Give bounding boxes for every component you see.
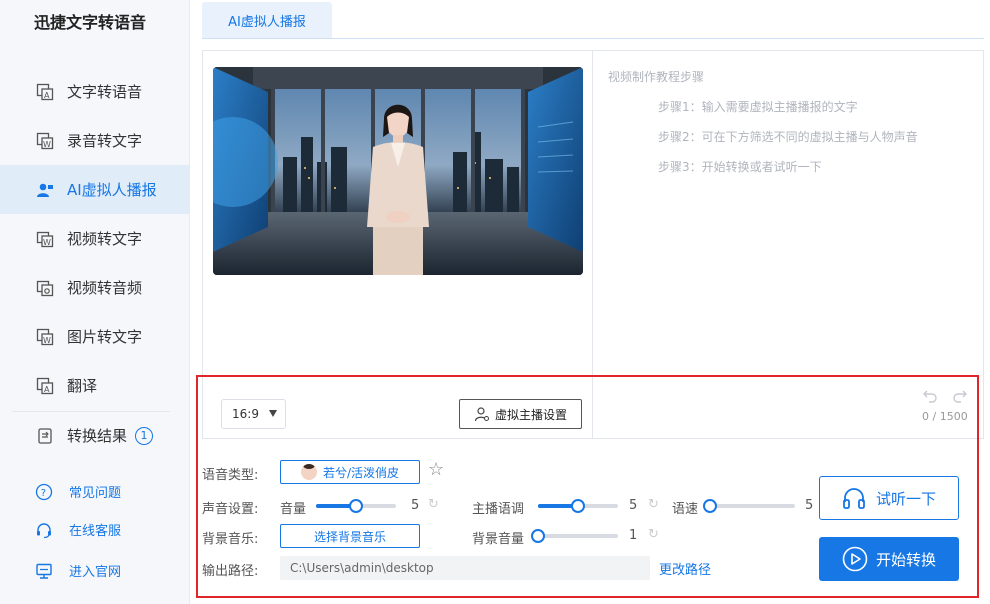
- headphones-icon: [843, 488, 865, 509]
- sidebar-item-label: 视频转文字: [67, 230, 143, 248]
- monitor-icon: [35, 562, 53, 580]
- start-button-label: 开始转换: [875, 550, 936, 569]
- aspect-ratio-select[interactable]: 16:9: [221, 399, 286, 429]
- start-convert-button[interactable]: 开始转换: [819, 537, 959, 581]
- sidebar-item-conversion-results[interactable]: 转换结果 1: [0, 411, 190, 460]
- speed-slider-handle[interactable]: [703, 499, 717, 513]
- anchor-settings-button[interactable]: 虚拟主播设置: [459, 399, 582, 429]
- video-to-text-icon: W: [35, 229, 55, 249]
- speed-value: 5: [805, 498, 814, 513]
- virtual-anchor-icon: [35, 180, 55, 200]
- anchor-settings-label: 虚拟主播设置: [494, 407, 567, 422]
- result-count-badge: 1: [135, 426, 154, 445]
- online-service-label: 在线客服: [69, 524, 122, 539]
- output-path-field[interactable]: C:\Users\admin\desktop: [280, 556, 650, 580]
- tab-ai-virtual-anchor[interactable]: AI虚拟人播报: [202, 2, 332, 38]
- voice-avatar: [300, 464, 317, 480]
- pitch-label: 主播语调: [472, 502, 525, 517]
- pitch-slider[interactable]: [538, 499, 618, 513]
- sidebar-item-ai-virtual-anchor[interactable]: AI虚拟人播报: [0, 165, 190, 214]
- svg-text:W: W: [43, 140, 51, 149]
- headset-icon: [35, 521, 53, 539]
- redo-icon[interactable]: [952, 388, 968, 407]
- online-service-link[interactable]: 在线客服: [35, 520, 121, 539]
- tab-underline: [202, 38, 984, 39]
- sidebar-item-image-to-text[interactable]: W 图片转文字: [0, 312, 190, 361]
- sidebar-item-video-to-text[interactable]: W 视频转文字: [0, 214, 190, 263]
- sound-settings-label: 声音设置:: [202, 502, 259, 517]
- faq-link-label: 常见问题: [69, 486, 122, 501]
- aspect-ratio-value: 16:9: [232, 407, 259, 421]
- bgm-volume-reset-icon[interactable]: ↻: [648, 527, 659, 542]
- tutorial-step: 步骤2：可在下方筛选不同的虚拟主播与人物声音: [658, 130, 918, 144]
- sidebar-item-label: AI虚拟人播报: [67, 181, 157, 199]
- svg-text:A: A: [44, 91, 50, 100]
- sidebar-item-label: 转换结果: [67, 427, 128, 445]
- panel-divider: [592, 50, 593, 439]
- sidebar-item-label: 视频转音频: [67, 279, 143, 297]
- app-title: 迅捷文字转语音: [34, 13, 147, 32]
- svg-text:W: W: [43, 336, 51, 345]
- text-to-speech-icon: A: [35, 82, 55, 102]
- video-to-audio-icon: [35, 278, 55, 298]
- sidebar-item-label: 图片转文字: [67, 328, 143, 346]
- change-path-link[interactable]: 更改路径: [659, 559, 711, 578]
- preview-listen-button[interactable]: 试听一下: [819, 476, 959, 520]
- caret-down-icon: [269, 410, 277, 417]
- volume-label: 音量: [280, 502, 307, 517]
- help-icon: ?: [35, 483, 53, 501]
- bgm-volume-label: 背景音量: [472, 532, 525, 547]
- image-to-text-icon: W: [35, 327, 55, 347]
- volume-slider-handle[interactable]: [349, 499, 363, 513]
- character-counter: 0 / 1500: [922, 410, 968, 423]
- volume-slider[interactable]: [316, 499, 396, 513]
- voice-type-label: 语音类型:: [202, 468, 259, 483]
- svg-text:?: ?: [41, 488, 46, 499]
- sidebar-item-label: 翻译: [67, 377, 98, 395]
- pitch-reset-icon[interactable]: ↻: [648, 497, 659, 512]
- speed-slider[interactable]: [703, 499, 795, 513]
- pitch-value: 5: [629, 498, 638, 513]
- bgm-label: 背景音乐:: [202, 532, 259, 547]
- volume-value: 5: [411, 498, 420, 513]
- recording-to-text-icon: W: [35, 131, 55, 151]
- faq-link[interactable]: ? 常见问题: [35, 482, 121, 501]
- bgm-volume-value: 1: [629, 528, 638, 543]
- sidebar-item-label: 录音转文字: [67, 132, 143, 150]
- translate-icon: A: [35, 376, 55, 396]
- official-site-link[interactable]: 进入官网: [35, 561, 121, 580]
- virtual-anchor-preview: [213, 67, 583, 275]
- sidebar-item-translate[interactable]: A 翻译: [0, 361, 190, 410]
- tutorial-step: 步骤3：开始转换或者试听一下: [658, 160, 822, 174]
- person-settings-icon: [474, 407, 489, 422]
- speed-label: 语速: [672, 502, 699, 517]
- play-circle-icon: [842, 546, 868, 572]
- voice-type-button[interactable]: 若兮/活泼俏皮: [280, 460, 420, 484]
- official-site-label: 进入官网: [69, 565, 122, 580]
- favorite-star-icon[interactable]: ☆: [428, 459, 444, 480]
- tutorial-step: 步骤1：输入需要虚拟主播播报的文字: [658, 100, 858, 114]
- tutorial-title: 视频制作教程步骤: [608, 70, 705, 84]
- svg-text:W: W: [43, 238, 51, 247]
- bgm-volume-slider[interactable]: [531, 529, 618, 543]
- sidebar-item-recording-to-text[interactable]: W 录音转文字: [0, 116, 190, 165]
- sidebar-item-label: 文字转语音: [67, 83, 143, 101]
- bgm-volume-slider-handle[interactable]: [531, 529, 545, 543]
- undo-icon[interactable]: [922, 388, 938, 407]
- sidebar-item-video-to-audio[interactable]: 视频转音频: [0, 263, 190, 312]
- select-bgm-button[interactable]: 选择背景音乐: [280, 524, 420, 548]
- studio-scene-image: [213, 67, 583, 275]
- sidebar-item-text-to-speech[interactable]: A 文字转语音: [0, 67, 190, 116]
- sidebar: 迅捷文字转语音 A 文字转语音 W 录音转文字 AI虚拟人播报 W 视频转文字 …: [0, 0, 190, 604]
- output-path-label: 输出路径:: [202, 564, 259, 579]
- listen-button-label: 试听一下: [875, 489, 936, 508]
- volume-reset-icon[interactable]: ↻: [428, 497, 439, 512]
- results-icon: [35, 426, 55, 446]
- voice-name: 若兮/活泼俏皮: [322, 465, 400, 480]
- pitch-slider-handle[interactable]: [571, 499, 585, 513]
- svg-text:A: A: [44, 385, 50, 394]
